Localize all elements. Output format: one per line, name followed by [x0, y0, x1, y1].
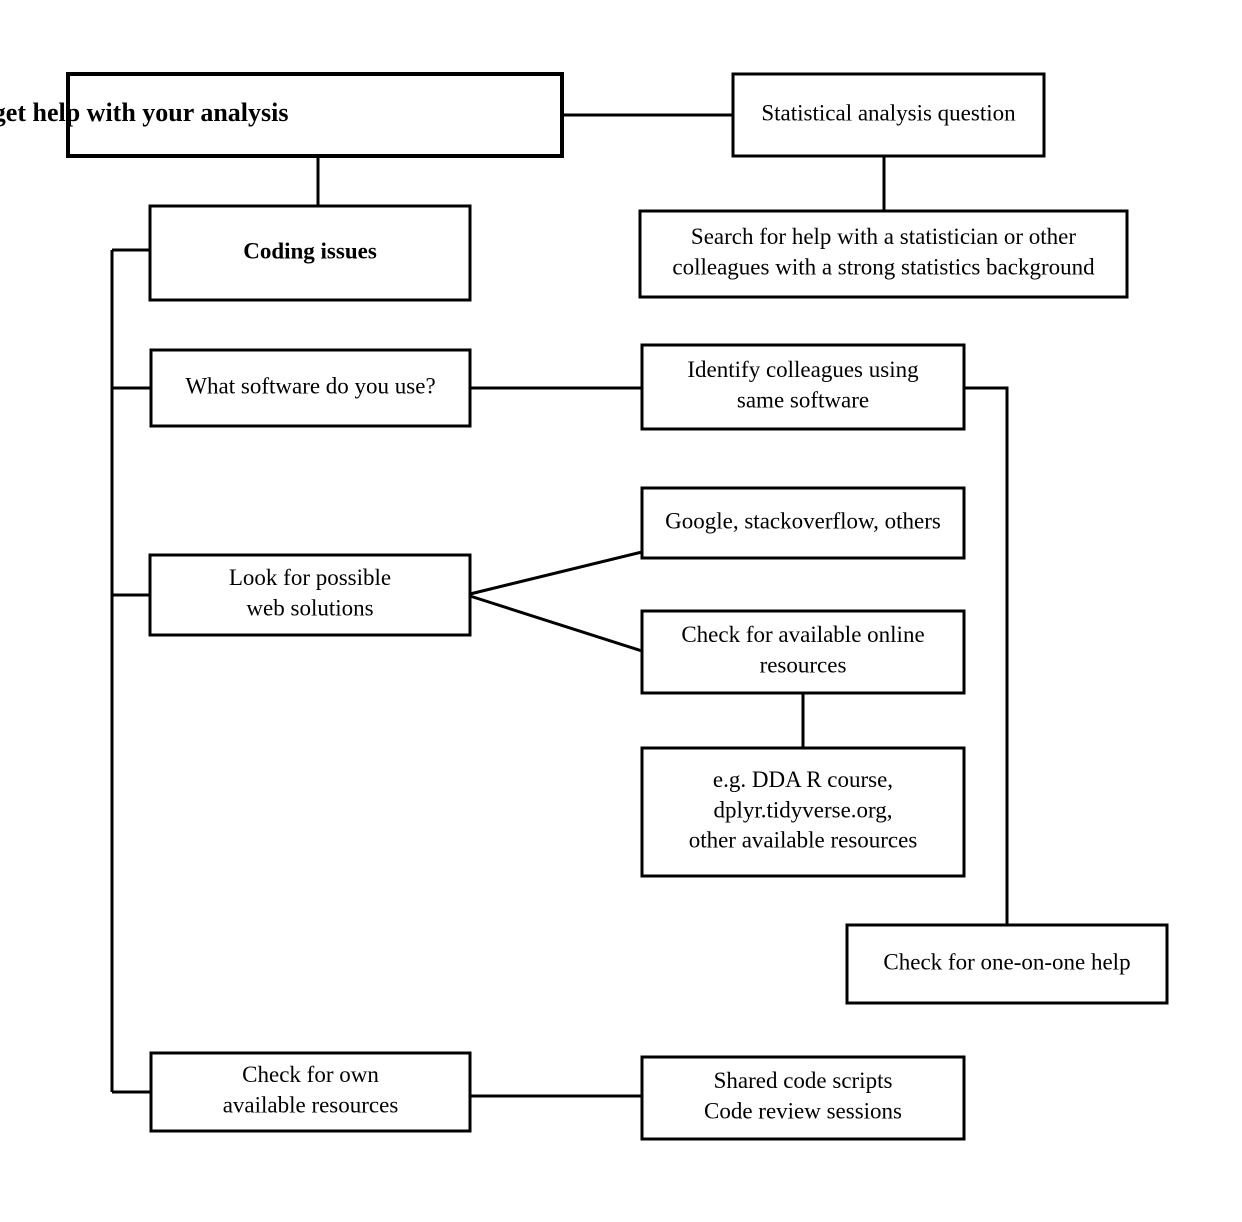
- node-look-web-solutions[interactable]: Look for possible web solutions: [148, 553, 472, 637]
- node-label-check-own-resources: Check for own: [242, 1062, 379, 1087]
- node-label-google-stackoverflow: Google, stackoverflow, others: [665, 508, 941, 533]
- node-one-on-one-help[interactable]: Check for one-on-one help: [845, 923, 1169, 1005]
- node-label-one-on-one-help: Check for one-on-one help: [883, 949, 1130, 974]
- node-check-own-resources[interactable]: Check for own available resources: [149, 1051, 472, 1133]
- node-label-check-online-resources: resources: [760, 652, 847, 677]
- node-label-title: Where to get help with your analysis: [0, 98, 288, 127]
- node-label-shared-code-scripts: Shared code scripts: [714, 1068, 893, 1093]
- node-search-statistician[interactable]: Search for help with a statistician or o…: [638, 209, 1129, 299]
- node-label-dda-examples: dplyr.tidyverse.org,: [713, 797, 892, 822]
- node-label-look-web-solutions: web solutions: [246, 595, 373, 620]
- node-label-search-statistician: colleagues with a strong statistics back…: [672, 254, 1095, 279]
- node-google-stackoverflow[interactable]: Google, stackoverflow, others: [640, 486, 966, 560]
- node-label-coding-issues: Coding issues: [243, 238, 377, 263]
- node-label-check-online-resources: Check for available online: [681, 622, 924, 647]
- node-identify-colleagues[interactable]: Identify colleagues using same software: [640, 343, 966, 431]
- node-label-stat-question: Statistical analysis question: [761, 100, 1016, 125]
- node-coding-issues[interactable]: Coding issues: [148, 204, 472, 302]
- connector-identify-to-one-on-one: [964, 386, 1009, 925]
- connector-look-web-to-online: [469, 594, 643, 653]
- node-what-software[interactable]: What software do you use?: [149, 348, 472, 428]
- node-label-what-software: What software do you use?: [185, 373, 435, 398]
- node-shared-code-scripts[interactable]: Shared code scripts Code review sessions: [640, 1055, 966, 1141]
- node-stat-question[interactable]: Statistical analysis question: [731, 72, 1046, 158]
- node-dda-examples[interactable]: e.g. DDA R course, dplyr.tidyverse.org, ot…: [640, 746, 966, 878]
- node-label-dda-examples: other available resources: [689, 828, 918, 853]
- node-label-look-web-solutions: Look for possible: [229, 565, 391, 590]
- node-label-dda-examples: e.g. DDA R course,: [713, 767, 893, 792]
- flowchart-canvas: Where to get help with your analysis Stat…: [0, 0, 1242, 1222]
- node-title[interactable]: Where to get help with your analysis: [0, 72, 564, 158]
- node-label-shared-code-scripts: Code review sessions: [704, 1098, 902, 1123]
- nodes-layer: Where to get help with your analysis Stat…: [0, 72, 1169, 1141]
- node-label-check-own-resources: available resources: [223, 1092, 399, 1117]
- node-label-search-statistician: Search for help with a statistician or o…: [691, 224, 1076, 249]
- node-label-identify-colleagues: same software: [737, 387, 869, 412]
- flowchart-svg: Where to get help with your analysis Stat…: [0, 72, 1169, 1141]
- connector-look-web-to-google: [469, 550, 643, 596]
- node-label-identify-colleagues: Identify colleagues using: [687, 357, 919, 382]
- node-check-online-resources[interactable]: Check for available online resources: [640, 609, 966, 695]
